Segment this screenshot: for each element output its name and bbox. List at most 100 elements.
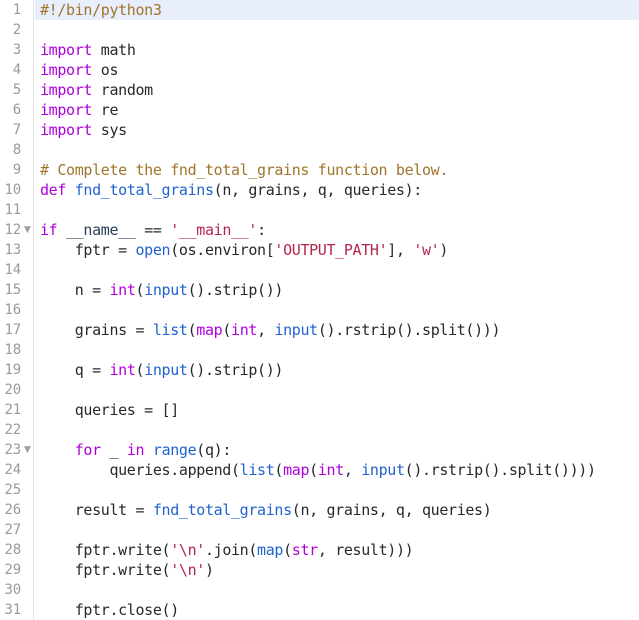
code-token: (q): <box>196 441 232 459</box>
code-token: in <box>126 441 145 459</box>
code-token: ( <box>274 461 284 479</box>
code-token: if <box>40 221 58 239</box>
code-content-area[interactable]: #!/bin/python3 import math import os impor… <box>35 0 639 620</box>
line-number: 5 <box>12 82 21 98</box>
gutter-row: 24 <box>0 460 33 480</box>
fold-toggle-icon[interactable]: ▼ <box>22 220 33 240</box>
gutter-row: 20 <box>0 380 33 400</box>
code-line[interactable] <box>35 200 639 220</box>
code-token: # Complete the fnd_total_grains function… <box>40 161 448 179</box>
code-token: input <box>144 361 188 379</box>
line-number: 19 <box>4 362 22 378</box>
code-token: os <box>92 61 119 79</box>
code-line[interactable]: import re <box>35 100 639 120</box>
code-token: input <box>274 321 318 339</box>
code-line[interactable]: import random <box>35 80 639 100</box>
code-token: list <box>239 461 275 479</box>
gutter-row: 17 <box>0 320 33 340</box>
line-number: 27 <box>4 522 22 538</box>
code-token: int <box>109 361 136 379</box>
fold-toggle-icon[interactable]: ▼ <box>22 440 33 460</box>
code-line[interactable]: if __name__ == '__main__': <box>35 220 639 240</box>
gutter-row: 13 <box>0 240 33 260</box>
code-line[interactable]: def fnd_total_grains(n, grains, q, queri… <box>35 180 639 200</box>
code-token: ( <box>135 361 145 379</box>
code-line[interactable] <box>35 340 639 360</box>
code-token: ) <box>439 241 449 259</box>
gutter-row: 3 <box>0 40 33 60</box>
line-number: 20 <box>4 382 22 398</box>
code-line[interactable]: import sys <box>35 120 639 140</box>
code-line[interactable]: queries = [] <box>35 400 639 420</box>
code-line[interactable] <box>35 260 639 280</box>
line-number: 30 <box>4 582 22 598</box>
code-line[interactable]: fptr.write('\n'.join(map(str, result))) <box>35 540 639 560</box>
gutter-row: 4 <box>0 60 33 80</box>
code-token: result = <box>40 501 153 519</box>
code-token: ().strip()) <box>187 361 284 379</box>
code-token: , <box>343 461 362 479</box>
code-line[interactable]: q = int(input().strip()) <box>35 360 639 380</box>
code-line[interactable]: fptr.close() <box>35 600 639 620</box>
line-number: 21 <box>4 402 22 418</box>
code-token: import <box>40 41 93 59</box>
line-number: 29 <box>4 562 22 578</box>
code-token: ( <box>283 541 292 559</box>
gutter-row: 29 <box>0 560 33 580</box>
code-line[interactable] <box>35 420 639 440</box>
line-number: 13 <box>4 242 22 258</box>
gutter-row: 8 <box>0 140 33 160</box>
gutter-row: 1 <box>0 0 33 20</box>
code-token: import <box>40 81 93 99</box>
code-token: sys <box>92 121 127 139</box>
code-token: n = <box>40 281 110 299</box>
gutter-row: 23 ▼ <box>0 440 33 460</box>
code-line[interactable]: import os <box>35 60 639 80</box>
line-number: 8 <box>12 142 21 158</box>
code-line[interactable] <box>35 140 639 160</box>
code-token: str <box>291 541 318 559</box>
gutter-row: 16 <box>0 300 33 320</box>
gutter-row: 9 <box>0 160 33 180</box>
code-token: grains = <box>40 321 153 339</box>
code-token: ( <box>187 321 197 339</box>
code-line[interactable]: fptr.write('\n') <box>35 560 639 580</box>
code-line[interactable]: queries.append(list(map(int, input().rst… <box>35 460 639 480</box>
code-editor[interactable]: 1 2 3 4 5 6 7 8 9 10 11 12 ▼ 13 14 15 16 17 18 19 20 21 22 23 ▼ 2… <box>0 0 639 620</box>
line-number: 26 <box>4 502 22 518</box>
line-number: 1 <box>12 2 21 18</box>
line-number: 14 <box>4 262 22 278</box>
code-token: ().rstrip().split())) <box>317 321 501 339</box>
code-line[interactable] <box>35 580 639 600</box>
code-line[interactable]: result = fnd_total_grains(n, grains, q, … <box>35 500 639 520</box>
code-token: _ <box>100 441 127 459</box>
code-line[interactable]: import math <box>35 40 639 60</box>
line-number: 25 <box>4 482 22 498</box>
code-token: int <box>231 321 258 339</box>
code-token: ().rstrip().split()))) <box>404 461 596 479</box>
code-line[interactable]: grains = list(map(int, input().rstrip().… <box>35 320 639 340</box>
line-number: 11 <box>4 202 22 218</box>
code-line[interactable] <box>35 380 639 400</box>
code-line[interactable] <box>35 20 639 40</box>
code-line[interactable] <box>35 520 639 540</box>
gutter-row: 22 <box>0 420 33 440</box>
code-line[interactable]: fptr = open(os.environ['OUTPUT_PATH'], '… <box>35 240 639 260</box>
code-line[interactable]: for _ in range(q): <box>35 440 639 460</box>
code-token: #!/bin/python3 <box>40 1 162 19</box>
code-token: (n, grains, q, queries): <box>213 181 423 199</box>
code-line[interactable]: # Complete the fnd_total_grains function… <box>35 160 639 180</box>
code-line[interactable] <box>35 300 639 320</box>
code-token: map <box>257 541 284 559</box>
code-token: fptr.write( <box>40 561 171 579</box>
code-line[interactable] <box>35 480 639 500</box>
code-token: fnd_total_grains <box>152 501 292 519</box>
code-token: queries = [] <box>40 401 180 419</box>
code-line[interactable]: #!/bin/python3 <box>35 0 639 20</box>
gutter-row: 27 <box>0 520 33 540</box>
code-token: q = <box>40 361 110 379</box>
code-token: open <box>135 241 171 259</box>
code-token: '\n' <box>170 541 205 559</box>
code-line[interactable]: n = int(input().strip()) <box>35 280 639 300</box>
gutter-row: 26 <box>0 500 33 520</box>
